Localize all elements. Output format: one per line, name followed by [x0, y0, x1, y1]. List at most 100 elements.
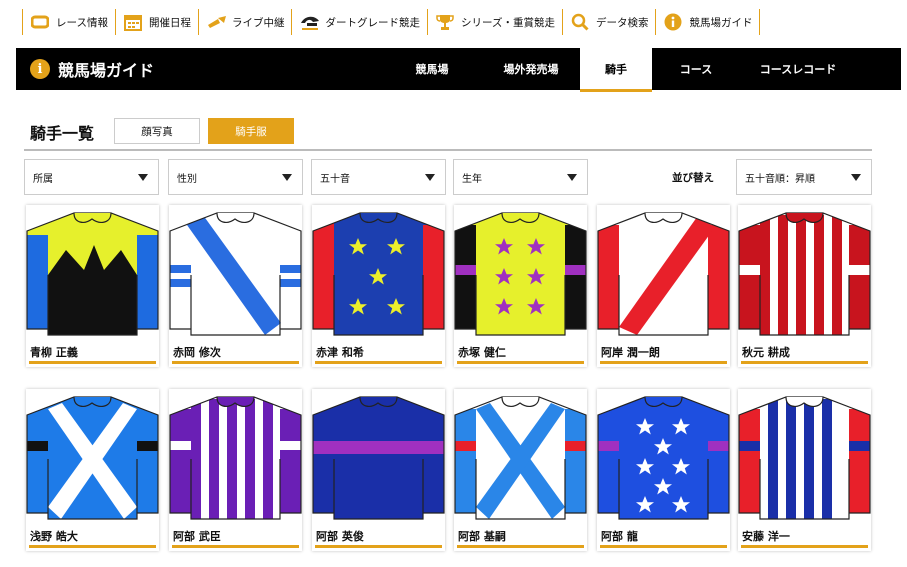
silks-view-button[interactable]: 騎手服: [208, 118, 294, 144]
jockey-name: 赤岡 修次: [173, 346, 221, 359]
silk-blue-white-cross-icon: [26, 396, 159, 520]
card-underline: [457, 545, 584, 548]
sort-label: 並び替え: [672, 172, 714, 184]
jockey-card[interactable]: 赤岡 修次: [169, 205, 302, 367]
nav-schedule[interactable]: 開催日程: [116, 4, 198, 40]
nav-label: 開催日程: [148, 16, 191, 29]
top-navigation: レース情報 開催日程 ライブ中継 ダートグレード競走 シリーズ・重賞競走 データ…: [22, 4, 761, 40]
jockey-name: 青柳 正義: [30, 346, 78, 359]
jockey-name: 阿部 龍: [601, 530, 638, 543]
race-info-icon: [30, 12, 50, 32]
tab-course[interactable]: コース: [664, 48, 728, 90]
sort-select[interactable]: 五十音順：昇順: [736, 159, 872, 195]
guide-title-text: 競馬場ガイド: [58, 61, 155, 80]
jockey-card[interactable]: 阿部 武臣: [169, 389, 302, 551]
guide-title: i 競馬場ガイド: [30, 48, 154, 90]
card-underline: [172, 361, 299, 364]
jockey-name: 阿部 基嗣: [458, 530, 506, 543]
jockey-name: 赤津 和希: [316, 346, 364, 359]
tab-racecourse[interactable]: 競馬場: [402, 48, 462, 90]
gender-select-label: 性別: [177, 173, 197, 185]
jockey-name: 阿岸 潤一朗: [601, 346, 660, 359]
info-icon: [663, 12, 683, 32]
birth-year-select[interactable]: 生年: [453, 159, 588, 195]
jockey-card[interactable]: 阿部 英俊: [312, 389, 445, 551]
caret-down-icon: [851, 174, 861, 181]
tab-off-track[interactable]: 場外発売場: [486, 48, 576, 90]
jockey-name: 阿部 英俊: [316, 530, 364, 543]
jockey-name: 秋元 耕成: [742, 346, 790, 359]
card-underline: [172, 545, 299, 548]
card-underline: [741, 545, 868, 548]
nav-label: ダートグレード競走: [325, 16, 420, 29]
card-underline: [741, 361, 868, 364]
nav-series[interactable]: シリーズ・重賞競走: [428, 4, 562, 40]
nav-label: レース情報: [56, 16, 108, 29]
silk-blue-white-stars-icon: [597, 396, 730, 520]
guide-header-bar: i 競馬場ガイド 競馬場 場外発売場 騎手 コース コースレコード: [16, 48, 901, 92]
silk-white-blue-sash-icon: [169, 212, 302, 336]
card-underline: [600, 361, 727, 364]
jockey-card[interactable]: 阿岸 潤一朗: [597, 205, 730, 367]
card-underline: [315, 361, 442, 364]
photo-view-button[interactable]: 顔写真: [114, 118, 200, 144]
silk-navy-purple-hoop-icon: [312, 396, 445, 520]
jockey-card[interactable]: 浅野 皓大: [26, 389, 159, 551]
nav-label: シリーズ・重賞競走: [460, 16, 555, 29]
silk-yellow-purple-stars-icon: [454, 212, 587, 336]
silk-white-red-sash-icon: [597, 212, 730, 336]
silk-purple-white-stripes-icon: [169, 396, 302, 520]
silk-yellow-black-sawtooth-icon: [26, 212, 159, 336]
jockey-name: 阿部 武臣: [173, 530, 221, 543]
nav-label: 競馬場ガイド: [689, 16, 753, 29]
kana-select[interactable]: 五十音: [311, 159, 446, 195]
jockey-name: 浅野 皓大: [30, 530, 78, 543]
divider: [24, 149, 872, 151]
card-underline: [600, 545, 727, 548]
silk-white-blue-cross-icon: [454, 396, 587, 520]
nav-dirt-grade[interactable]: ダートグレード競走: [292, 4, 427, 40]
silk-white-blue-stripes-icon: [738, 396, 871, 520]
nav-guide[interactable]: 競馬場ガイド: [656, 4, 759, 40]
sort-select-label: 五十音順：昇順: [745, 173, 815, 185]
caret-down-icon: [425, 174, 435, 181]
search-icon: [570, 12, 590, 32]
jockey-card[interactable]: 赤津 和希: [312, 205, 445, 367]
trophy-icon: [435, 12, 455, 32]
tab-jockey[interactable]: 騎手: [580, 48, 652, 92]
card-underline: [29, 361, 156, 364]
nav-race-info[interactable]: レース情報: [23, 4, 115, 40]
birth-year-select-label: 生年: [462, 173, 482, 185]
jockey-card[interactable]: 安藤 洋一: [738, 389, 871, 551]
dirt-grade-logo-icon: [299, 12, 320, 32]
tab-course-record[interactable]: コースレコード: [744, 48, 852, 90]
nav-label: データ検索: [595, 16, 649, 29]
kana-select-label: 五十音: [320, 173, 350, 185]
nav-separator: [759, 9, 761, 35]
live-icon: [206, 12, 226, 32]
info-icon: i: [30, 59, 50, 79]
nav-live[interactable]: ライブ中継: [199, 4, 292, 40]
gender-select[interactable]: 性別: [168, 159, 303, 195]
jockey-name: 赤塚 健仁: [458, 346, 506, 359]
jockey-card[interactable]: 赤塚 健仁: [454, 205, 587, 367]
silk-blue-yellow-stars-icon: [312, 212, 445, 336]
affiliation-select[interactable]: 所属: [24, 159, 159, 195]
jockey-card[interactable]: 秋元 耕成: [738, 205, 871, 367]
affiliation-select-label: 所属: [33, 173, 53, 185]
jockey-card[interactable]: 阿部 龍: [597, 389, 730, 551]
page-title: 騎手一覧: [30, 124, 95, 143]
caret-down-icon: [567, 174, 577, 181]
nav-data-search[interactable]: データ検索: [563, 4, 656, 40]
caret-down-icon: [282, 174, 292, 181]
card-underline: [457, 361, 584, 364]
caret-down-icon: [138, 174, 148, 181]
jockey-name: 安藤 洋一: [742, 530, 790, 543]
nav-label: ライブ中継: [231, 16, 285, 29]
jockey-card[interactable]: 青柳 正義: [26, 205, 159, 367]
card-underline: [29, 545, 156, 548]
jockey-card[interactable]: 阿部 基嗣: [454, 389, 587, 551]
silk-red-white-stripes-icon: [738, 212, 871, 336]
calendar-icon: [123, 12, 143, 32]
card-underline: [315, 545, 442, 548]
